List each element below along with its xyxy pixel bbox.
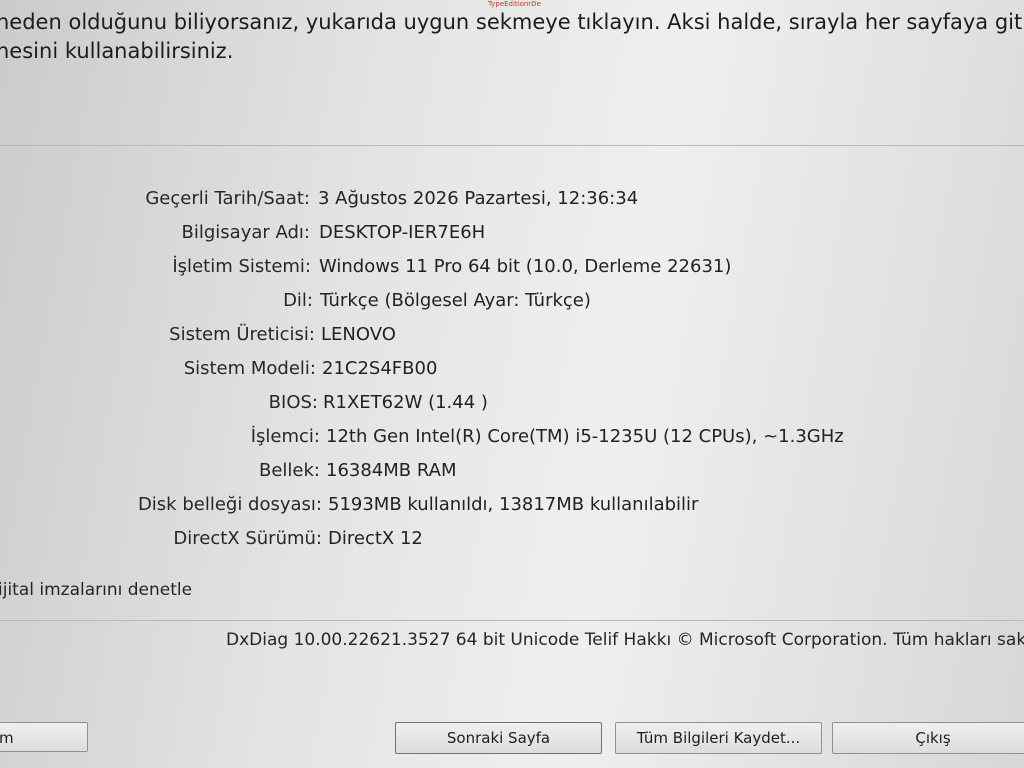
info-value: DirectX 12 <box>328 528 423 549</box>
info-row-manufacturer: Sistem Üreticisi: LENOVO <box>0 318 1024 352</box>
info-value: 16384MB RAM <box>326 460 457 481</box>
info-label: Disk belleği dosyası: <box>137 494 322 515</box>
info-value: Windows 11 Pro 64 bit (10.0, Derleme 226… <box>319 256 732 277</box>
info-value: DESKTOP-IER7E6H <box>319 222 486 243</box>
info-label: Sistem Üreticisi: <box>169 324 315 345</box>
info-value: 5193MB kullanıldı, 13817MB kullanılabili… <box>328 494 699 515</box>
system-info-table: Geçerli Tarih/Saat: 3 Ağustos 2026 Pazar… <box>0 182 1024 556</box>
info-label: DirectX Sürümü: <box>173 528 322 549</box>
help-button[interactable]: m <box>0 722 88 752</box>
info-row-os: İşletim Sistemi: Windows 11 Pro 64 bit (… <box>0 250 1024 284</box>
footer-divider <box>0 620 1024 621</box>
intro-line-2: nesini kullanabilirsiniz. <box>0 39 234 63</box>
info-label: Bellek: <box>259 460 320 481</box>
tiny-watermark: TypeEditionrDe <box>488 0 541 8</box>
info-value: LENOVO <box>321 324 396 345</box>
info-value: 21C2S4FB00 <box>322 358 438 379</box>
next-page-button[interactable]: Sonraki Sayfa <box>395 722 602 754</box>
info-value: R1XET62W (1.44 ) <box>323 392 488 413</box>
info-label: İşlemci: <box>250 426 320 447</box>
info-label: BIOS: <box>268 392 318 413</box>
save-all-information-button[interactable]: Tüm Bilgileri Kaydet... <box>615 722 822 754</box>
info-label: Dil: <box>283 290 313 311</box>
version-copyright-text: DxDiag 10.00.22621.3527 64 bit Unicode T… <box>226 630 1024 650</box>
info-row-computer-name: Bilgisayar Adı: DESKTOP-IER7E6H <box>0 216 1024 250</box>
info-row-model: Sistem Modeli: 21C2S4FB00 <box>0 352 1024 386</box>
info-row-memory: Bellek: 16384MB RAM <box>0 454 1024 488</box>
intro-line-1: neden olduğunu biliyorsanız, yukarıda uy… <box>0 10 1024 34</box>
info-row-datetime: Geçerli Tarih/Saat: 3 Ağustos 2026 Pazar… <box>0 182 1024 216</box>
info-row-bios: BIOS: R1XET62W (1.44 ) <box>0 386 1024 420</box>
info-row-directx: DirectX Sürümü: DirectX 12 <box>0 522 1024 556</box>
info-row-processor: İşlemci: 12th Gen Intel(R) Core(TM) i5-1… <box>0 420 1024 454</box>
check-digital-signatures-checkbox-label[interactable]: ijital imzalarını denetle <box>0 580 192 600</box>
info-label: Geçerli Tarih/Saat: <box>145 188 310 209</box>
info-label: İşletim Sistemi: <box>172 256 311 277</box>
info-row-page-file: Disk belleği dosyası: 5193MB kullanıldı,… <box>0 488 1024 522</box>
info-value: 3 Ağustos 2026 Pazartesi, 12:36:34 <box>318 188 639 209</box>
info-value: Türkçe (Bölgesel Ayar: Türkçe) <box>320 290 591 311</box>
intro-text: neden olduğunu biliyorsanız, yukarıda uy… <box>0 8 1024 66</box>
exit-button[interactable]: Çıkış <box>832 722 1024 754</box>
info-row-language: Dil: Türkçe (Bölgesel Ayar: Türkçe) <box>0 284 1024 318</box>
info-label: Bilgisayar Adı: <box>181 222 310 243</box>
info-label: Sistem Modeli: <box>183 358 316 379</box>
info-value: 12th Gen Intel(R) Core(TM) i5-1235U (12 … <box>326 426 844 447</box>
top-divider <box>0 145 1024 146</box>
dxdiag-window: TypeEditionrDe neden olduğunu biliyorsan… <box>0 0 1024 768</box>
